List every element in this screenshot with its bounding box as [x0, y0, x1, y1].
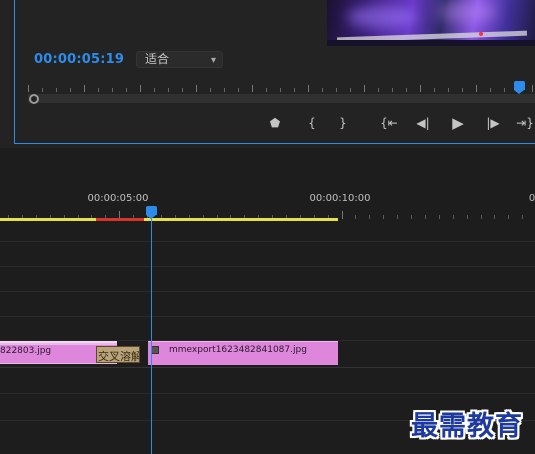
- ruler-tick: [392, 88, 393, 92]
- ruler-tick: [168, 88, 169, 92]
- ruler-tick: [84, 85, 85, 92]
- marker-icon: ⬟: [269, 116, 281, 130]
- mark-in-button[interactable]: {: [303, 114, 321, 132]
- mark-in-icon: {: [308, 116, 316, 130]
- track-divider: [0, 393, 535, 394]
- ruler-tick: [467, 215, 468, 219]
- ruler-tick: [294, 88, 295, 92]
- ruler-tick: [252, 85, 253, 92]
- transition-label: 交叉溶解: [98, 350, 140, 363]
- ruler-label: 00:00:10:00: [309, 193, 371, 204]
- ruler-tick: [420, 85, 421, 92]
- ruler-tick: [434, 88, 435, 92]
- ruler-tick: [42, 88, 43, 92]
- step-forward-button[interactable]: |▶: [484, 114, 502, 132]
- ruler-tick: [322, 88, 323, 92]
- go-to-in-button[interactable]: {⇤: [380, 114, 398, 132]
- ruler-tick: [154, 88, 155, 92]
- ruler-tick: [369, 215, 370, 219]
- ruler-tick: [350, 88, 351, 92]
- ruler-tick: [522, 215, 523, 219]
- video-clip[interactable]: mmexport1623482841087.jpg: [148, 341, 338, 365]
- mark-out-button[interactable]: }: [334, 114, 352, 132]
- ruler-tick: [342, 211, 343, 219]
- ruler-tick: [266, 88, 267, 92]
- play-icon: ▶: [452, 114, 464, 132]
- step-back-button[interactable]: ◀|: [414, 114, 432, 132]
- ruler-tick: [56, 88, 57, 92]
- ruler-tick: [280, 88, 281, 92]
- ruler-tick: [210, 88, 211, 92]
- go-to-out-icon: ⇥}: [516, 116, 534, 130]
- ruler-tick: [448, 88, 449, 92]
- ruler-tick: [336, 88, 337, 92]
- ruler-tick: [462, 88, 463, 92]
- track-divider: [0, 266, 535, 267]
- chevron-down-icon: ▾: [210, 55, 216, 66]
- ruler-tick: [182, 88, 183, 92]
- ruler-tick: [70, 88, 71, 92]
- ruler-tick: [532, 85, 533, 92]
- zoom-scroll-handle[interactable]: [29, 94, 39, 104]
- play-button[interactable]: ▶: [449, 114, 467, 132]
- ruler-label: 0: [528, 193, 535, 204]
- ruler-tick: [494, 215, 495, 219]
- track-divider: [0, 316, 535, 317]
- ruler-tick: [490, 88, 491, 92]
- step-back-icon: ◀|: [416, 116, 430, 130]
- ruler-tick: [508, 215, 509, 219]
- ruler-tick: [481, 215, 482, 219]
- watermark-logo: 最需教育: [411, 411, 523, 442]
- monitor-zoom-scrollbar[interactable]: [28, 94, 535, 103]
- ruler-tick: [196, 85, 197, 92]
- ruler-tick: [383, 215, 384, 219]
- cross-dissolve-transition[interactable]: 交叉溶解: [96, 346, 140, 363]
- go-to-in-icon: {⇤: [380, 116, 398, 130]
- ruler-tick: [364, 85, 365, 92]
- ruler-tick: [453, 215, 454, 219]
- zoom-fit-value: 适合: [145, 52, 170, 66]
- monitor-time-ruler[interactable]: [28, 82, 535, 92]
- track-divider: [0, 367, 535, 368]
- ruler-tick: [355, 215, 356, 219]
- clip-label: 822803.jpg: [0, 346, 52, 356]
- track-divider: [0, 291, 535, 292]
- ruler-tick: [112, 88, 113, 92]
- timeline-playhead[interactable]: [146, 206, 157, 219]
- ruler-tick: [504, 88, 505, 92]
- add-marker-button[interactable]: ⬟: [266, 114, 284, 132]
- ruler-tick: [140, 85, 141, 92]
- ruler-tick: [98, 88, 99, 92]
- monitor-playhead[interactable]: [514, 81, 525, 94]
- playhead-line: [151, 215, 152, 454]
- fx-badge-icon: [151, 346, 159, 354]
- work-area-bar[interactable]: [0, 218, 338, 221]
- track-divider: [0, 241, 535, 242]
- playhead-timecode[interactable]: 00:00:05:19: [34, 52, 124, 67]
- mark-out-icon: }: [339, 116, 347, 130]
- ruler-label: 00:00:05:00: [87, 193, 149, 204]
- program-monitor: 00:00:05:19 适合 ▾ ⬟ {} {⇤ ◀| ▶ |▶ ⇥}: [0, 0, 535, 148]
- ruler-tick: [425, 215, 426, 219]
- ruler-tick: [28, 85, 29, 92]
- video-preview: [327, 0, 535, 46]
- zoom-fit-select[interactable]: 适合 ▾: [136, 51, 223, 68]
- ruler-tick: [308, 85, 309, 92]
- step-forward-icon: |▶: [486, 116, 500, 130]
- ruler-tick: [378, 88, 379, 92]
- ruler-tick: [238, 88, 239, 92]
- ruler-tick: [411, 215, 412, 219]
- go-to-out-button[interactable]: ⇥}: [516, 114, 534, 132]
- ruler-tick: [406, 88, 407, 92]
- clip-label: mmexport1623482841087.jpg: [169, 345, 307, 355]
- ruler-tick: [439, 215, 440, 219]
- ruler-tick: [476, 85, 477, 92]
- ruler-tick: [224, 88, 225, 92]
- ruler-tick: [397, 215, 398, 219]
- render-status-bar: [96, 218, 144, 221]
- ruler-tick: [126, 88, 127, 92]
